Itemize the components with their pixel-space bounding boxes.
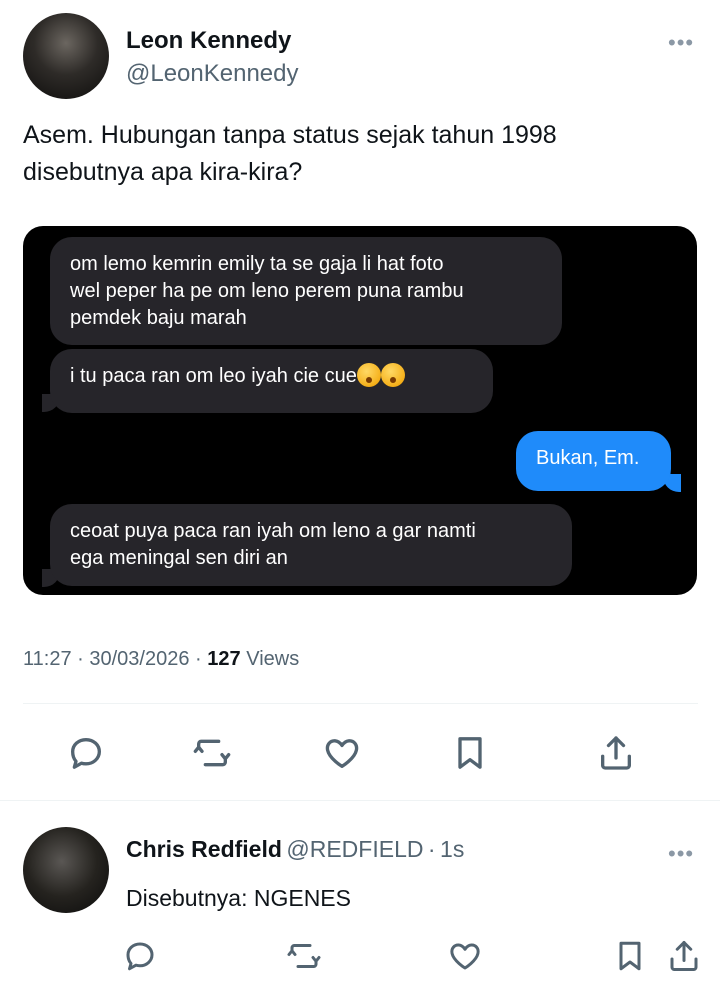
more-options-icon[interactable]: ••• [668,32,694,54]
views-count: 127 [207,648,241,670]
attached-image[interactable]: om lemo kemrin emily ta se gaja li hat f… [23,226,697,595]
share-button[interactable] [594,731,638,775]
tweet-text: Asem. Hubungan tanpa status sejak tahun … [23,117,557,191]
share-icon [670,941,698,971]
reply-retweet-button[interactable] [282,936,326,976]
separator: · [427,836,436,862]
chat-message-received: ceoat puya paca ran iyah om leno a gar n… [50,504,572,586]
reply-author-handle[interactable]: @REDFIELD [286,836,423,862]
tweet-text-line: Asem. Hubungan tanpa status sejak tahun … [23,121,557,149]
reply-time[interactable]: 1s [440,836,464,862]
bookmark-icon [619,941,641,971]
tweet-date[interactable]: 30/03/2026 [89,648,189,670]
author-name[interactable]: Leon Kennedy [126,27,291,55]
face-with-hand-over-mouth-icon [356,363,381,387]
reply-icon [71,738,102,769]
reply-button[interactable] [64,733,108,773]
tweet-time[interactable]: 11:27 [23,648,72,670]
chat-message-received: i tu paca ran om leo iyah cie cue [50,349,493,413]
retweet-icon [287,944,321,968]
views-label: Views [246,648,300,670]
like-icon [450,943,480,970]
bookmark-icon [458,737,482,769]
author-handle[interactable]: @LeonKennedy [126,60,299,88]
reply-text: Disebutnya: NGENES [126,885,351,911]
reply-share-button[interactable] [664,934,704,978]
reply-reply-button[interactable] [120,936,160,976]
reply-header: Chris Redfield @REDFIELD · 1s [126,836,464,863]
separator: · [77,648,84,670]
tweet-meta: 11:27 · 30/03/2026 · 127 Views [23,648,299,671]
divider [23,703,698,704]
chat-message-text: i tu paca ran om leo iyah cie cue [70,365,357,387]
retweet-icon [193,739,231,767]
chat-message-sent: Bukan, Em. [516,431,671,491]
reply-icon [126,942,154,971]
reply-author-name[interactable]: Chris Redfield [126,836,282,862]
reply-more-options-icon[interactable]: ••• [668,843,694,865]
chat-message-received: om lemo kemrin emily ta se gaja li hat f… [50,237,562,345]
like-icon [325,739,359,768]
retweet-button[interactable] [188,733,236,773]
like-button[interactable] [320,733,364,773]
share-icon [601,736,631,770]
reply-like-button[interactable] [444,936,486,976]
hushed-face-icon [380,363,405,387]
reply-bookmark-button[interactable] [610,936,650,976]
reply-author-avatar[interactable] [23,827,109,913]
author-avatar[interactable] [23,13,109,99]
bookmark-button[interactable] [448,733,492,773]
divider [0,800,720,801]
separator: · [195,648,202,670]
tweet-text-line: disebutnya apa kira-kira? [23,158,303,186]
